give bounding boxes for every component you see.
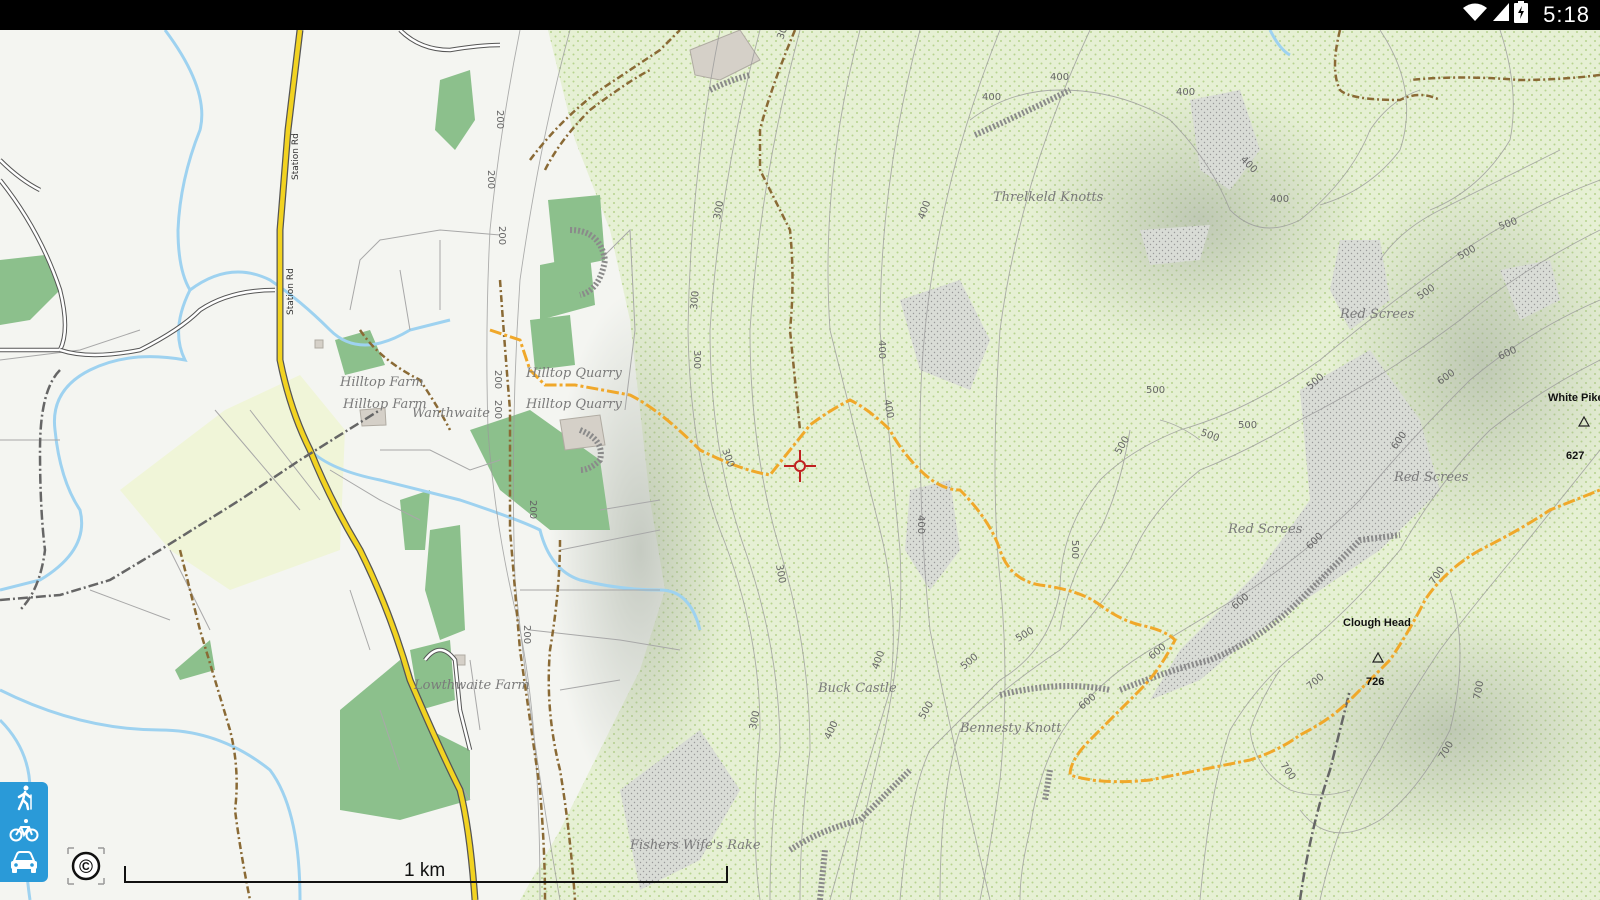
place-label: Red Screes — [1393, 470, 1469, 485]
hiker-icon — [12, 785, 36, 816]
copyright-button[interactable]: © — [66, 846, 106, 891]
copyright-icon: © — [66, 846, 106, 891]
peak-elevation: 627 — [1566, 450, 1584, 462]
contour-label: 200 — [492, 400, 503, 419]
contour-label: 500 — [1146, 385, 1165, 396]
road-label: Station Rd — [291, 133, 301, 180]
contour-label: 400 — [915, 515, 926, 534]
place-label: Red Screes — [1227, 522, 1303, 537]
place-label: Red Screes — [1339, 307, 1415, 322]
status-time: 5:18 — [1543, 2, 1590, 27]
peak-elevation: 726 — [1366, 676, 1384, 688]
cell-signal-icon — [1492, 2, 1510, 28]
contour-label: 500 — [1069, 540, 1080, 559]
contour-label: 300 — [689, 290, 702, 310]
scale-bar: 1 km — [124, 860, 728, 884]
car-icon — [10, 850, 38, 878]
scree-area — [1140, 225, 1210, 265]
minor-roads — [0, 30, 501, 751]
contour-label: 500 — [1238, 420, 1257, 431]
battery-charging-icon — [1514, 1, 1528, 29]
contour-label: 400 — [1050, 72, 1069, 83]
status-icons — [1462, 1, 1528, 29]
copyright-symbol: © — [79, 857, 93, 878]
place-label: Fishers Wife's Rake — [629, 838, 761, 853]
road-label: Station Rd — [286, 268, 296, 315]
driving-mode-button[interactable] — [0, 848, 48, 880]
place-label: Hilltop Quarry — [525, 397, 623, 412]
contour-label: 400 — [876, 340, 887, 359]
travel-mode-panel — [0, 782, 48, 882]
rough-pasture — [120, 375, 345, 590]
contour-label: 400 — [982, 92, 1001, 103]
contour-label: 400 — [1270, 194, 1289, 205]
contour-label: 400 — [1176, 87, 1195, 98]
contour-label: 200 — [527, 500, 538, 519]
peak-name: White Pike — [1548, 392, 1600, 404]
scale-label: 1 km — [404, 860, 446, 881]
contour-label: 200 — [521, 625, 532, 644]
place-label: Threlkeld Knotts — [993, 190, 1104, 205]
place-label: Buck Castle — [817, 681, 897, 696]
map-canvas[interactable]: Threlkeld Knotts Red Screes Red Screes R… — [0, 30, 1600, 900]
contour-label: 200 — [494, 110, 505, 129]
contour-label: 300 — [691, 350, 702, 369]
place-label: Hilltop Farm — [339, 375, 424, 390]
place-label: Hilltop Quarry — [525, 366, 623, 381]
contour-label: 200 — [496, 226, 507, 245]
cycling-mode-button[interactable] — [0, 816, 48, 848]
place-label: Bennesty Knott — [959, 721, 1062, 736]
wifi-icon — [1462, 2, 1488, 28]
hiking-mode-button[interactable] — [0, 784, 48, 816]
contour-label: 200 — [485, 170, 496, 189]
peak-name: Clough Head — [1343, 617, 1411, 629]
map-view[interactable]: Threlkeld Knotts Red Screes Red Screes R… — [0, 30, 1600, 900]
bicycle-icon — [9, 818, 39, 847]
place-label: Wanthwaite — [412, 406, 490, 421]
status-bar: 5:18 — [0, 0, 1600, 30]
place-label: Lowthwaite Farm — [413, 678, 530, 693]
contour-label: 200 — [492, 370, 503, 389]
